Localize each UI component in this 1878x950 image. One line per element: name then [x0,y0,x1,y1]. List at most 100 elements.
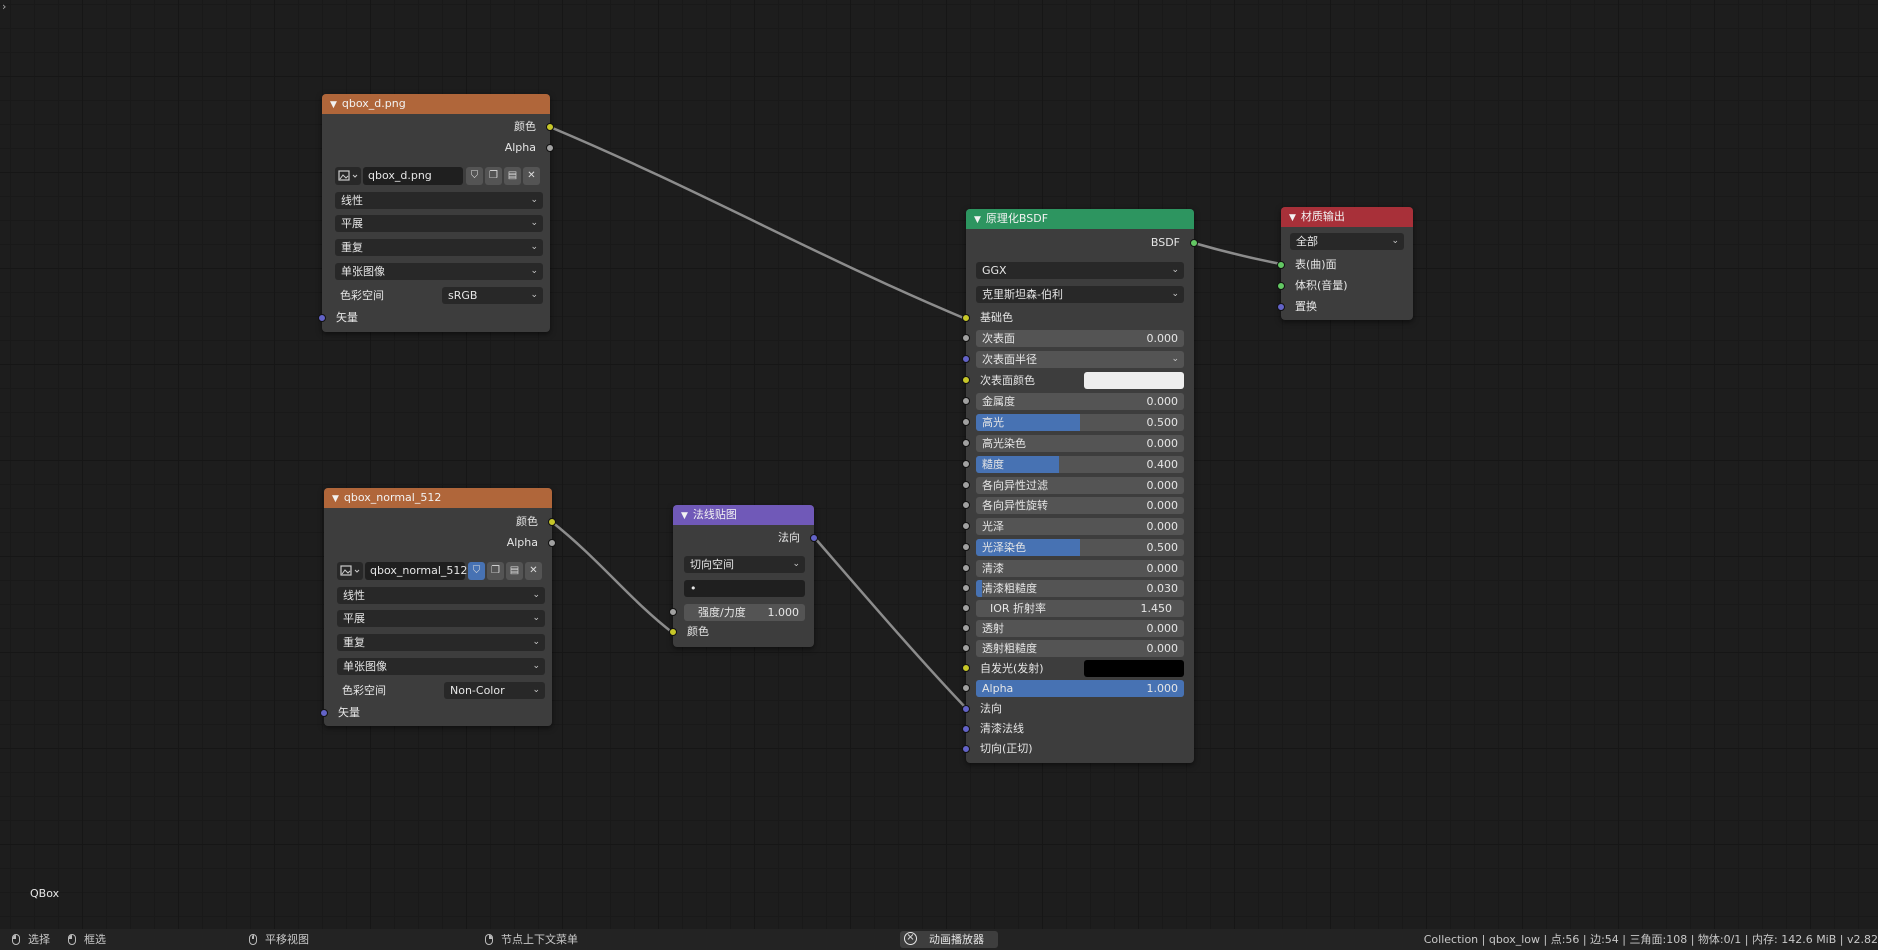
subsurface-color-swatch[interactable] [1084,372,1184,389]
distribution-dropdown[interactable]: GGX ⌄ [976,262,1184,279]
input-alpha-socket[interactable] [962,684,970,692]
image-browse-icon[interactable] [337,562,363,580]
input-strength-socket[interactable] [669,608,677,616]
subsurface-field[interactable]: 次表面 0.000 [976,330,1184,347]
specular-field[interactable]: 高光 0.500 [976,414,1184,431]
subsurface-method-dropdown[interactable]: 克里斯坦森-伯利 ⌄ [976,286,1184,303]
duplicate-image-icon[interactable]: ❐ [487,562,504,580]
input-roughness-socket[interactable] [962,460,970,468]
collapse-triangle-icon[interactable]: ▼ [974,215,981,225]
specular-tint-field[interactable]: 高光染色 0.000 [976,435,1184,452]
node-header[interactable]: ▼ qbox_d.png [322,94,550,114]
emission-color-swatch[interactable] [1084,660,1184,677]
input-transmission-roughness-socket[interactable] [962,644,970,652]
projection-dropdown[interactable]: 平展 ⌄ [335,215,543,232]
output-alpha-socket[interactable] [548,539,556,547]
input-clearcoat-normal-socket[interactable] [962,725,970,733]
fake-user-shield-icon[interactable]: ⛉ [468,562,485,580]
normal-map-node[interactable]: ▼ 法线贴图 法向 切向空间 ⌄ • 强度/力度 1.000 颜色 [669,505,818,647]
collapse-triangle-icon[interactable]: ▼ [332,494,339,504]
fake-user-shield-icon[interactable]: ⛉ [466,167,483,185]
cancel-icon[interactable]: × [904,932,917,945]
transmission-field[interactable]: 透射 0.000 [976,620,1184,637]
anisotropic-rotation-field[interactable]: 各向异性旋转 0.000 [976,497,1184,514]
image-texture-node-normal[interactable]: ▼ qbox_normal_512 颜色 Alpha qbox_normal_51… [320,488,556,726]
material-output-node[interactable]: ▼ 材质输出 全部 ⌄ 表(曲)面 体积(音量) 置换 [1277,207,1413,320]
input-subsurface-color-socket[interactable] [962,376,970,384]
unlink-image-icon[interactable]: ✕ [523,167,540,185]
input-anisotropic-socket[interactable] [962,481,970,489]
image-selector[interactable]: qbox_normal_512 ⛉ ❐ ▤ ✕ [337,562,545,580]
duplicate-image-icon[interactable]: ❐ [485,167,502,185]
output-bsdf-socket[interactable] [1190,239,1198,247]
input-tangent-socket[interactable] [962,745,970,753]
input-surface-socket[interactable] [1277,261,1285,269]
sheen-tint-field[interactable]: 光泽染色 0.500 [976,539,1184,556]
input-subsurface-socket[interactable] [962,334,970,342]
input-normal-socket[interactable] [962,705,970,713]
ior-field[interactable]: IOR 折射率 1.450 [976,600,1184,617]
input-transmission-socket[interactable] [962,624,970,632]
sheen-field[interactable]: 光泽 0.000 [976,518,1184,535]
image-name-field[interactable]: qbox_d.png [363,167,463,185]
collapse-triangle-icon[interactable]: ▼ [1289,213,1296,223]
image-texture-node-diffuse[interactable]: ▼ qbox_d.png 颜色 Alpha qbox_d.png ⛉ ❐ ▤ ✕ … [318,94,554,332]
space-dropdown[interactable]: 切向空间 ⌄ [684,556,805,573]
output-color-socket[interactable] [548,518,556,526]
input-metallic-socket[interactable] [962,397,970,405]
input-sheen-tint-socket[interactable] [962,543,970,551]
open-image-icon[interactable]: ▤ [504,167,521,185]
node-editor[interactable]: { "scene_label": "QBox", "node_diffuse":… [0,0,1878,950]
colorspace-dropdown[interactable]: sRGB ⌄ [442,287,543,304]
input-specular-socket[interactable] [962,418,970,426]
input-volume-socket[interactable] [1277,282,1285,290]
input-subsurface-radius-socket[interactable] [962,355,970,363]
input-base-color-socket[interactable] [962,314,970,322]
source-dropdown[interactable]: 单张图像 ⌄ [337,658,545,675]
input-vector-socket[interactable] [320,709,328,717]
target-dropdown[interactable]: 全部 ⌄ [1290,233,1404,250]
input-clearcoat-roughness-socket[interactable] [962,584,970,592]
node-header[interactable]: ▼ qbox_normal_512 [324,488,552,508]
interpolation-dropdown[interactable]: 线性 ⌄ [337,587,545,604]
animation-playback-button[interactable]: × 动画播放器 [900,931,998,948]
input-sheen-socket[interactable] [962,522,970,530]
image-browse-icon[interactable] [335,167,361,185]
principled-bsdf-node[interactable]: ▼ 原理化BSDF BSDF GGX ⌄ 克里斯坦森-伯利 ⌄ 基础色 次表面 0.00… [962,209,1198,763]
alpha-field[interactable]: Alpha 1.000 [976,680,1184,697]
node-header[interactable]: ▼ 法线贴图 [673,505,814,525]
input-specular-tint-socket[interactable] [962,439,970,447]
input-ior-socket[interactable] [962,604,970,612]
extension-dropdown[interactable]: 重复 ⌄ [337,634,545,651]
subsurface-radius-dropdown[interactable]: 次表面半径 ⌄ [976,351,1184,368]
output-alpha-socket[interactable] [546,144,554,152]
image-selector[interactable]: qbox_d.png ⛉ ❐ ▤ ✕ [335,167,543,185]
colorspace-dropdown[interactable]: Non-Color ⌄ [444,682,545,699]
node-header[interactable]: ▼ 材质输出 [1281,207,1413,227]
input-displacement-socket[interactable] [1277,303,1285,311]
source-dropdown[interactable]: 单张图像 ⌄ [335,263,543,280]
interpolation-dropdown[interactable]: 线性 ⌄ [335,192,543,209]
strength-field[interactable]: 强度/力度 1.000 [684,604,805,621]
roughness-field[interactable]: 糙度 0.400 [976,456,1184,473]
input-anisotropic-rotation-socket[interactable] [962,501,970,509]
projection-dropdown[interactable]: 平展 ⌄ [337,610,545,627]
output-normal-socket[interactable] [810,534,818,542]
collapse-triangle-icon[interactable]: ▼ [681,511,688,521]
input-emission-socket[interactable] [962,664,970,672]
metallic-field[interactable]: 金属度 0.000 [976,393,1184,410]
collapse-triangle-icon[interactable]: ▼ [330,100,337,110]
anisotropic-field[interactable]: 各向异性过滤 0.000 [976,477,1184,494]
image-name-field[interactable]: qbox_normal_512 [365,562,467,580]
uv-map-field[interactable]: • [684,580,805,597]
output-color-socket[interactable] [546,123,554,131]
clearcoat-roughness-field[interactable]: 清漆粗糙度 0.030 [976,580,1184,597]
extension-dropdown[interactable]: 重复 ⌄ [335,239,543,256]
open-image-icon[interactable]: ▤ [506,562,523,580]
unlink-image-icon[interactable]: ✕ [525,562,542,580]
node-header[interactable]: ▼ 原理化BSDF [966,209,1194,229]
sidebar-toggle-arrow-icon[interactable]: › [2,0,6,13]
clearcoat-field[interactable]: 清漆 0.000 [976,560,1184,577]
transmission-roughness-field[interactable]: 透射粗糙度 0.000 [976,640,1184,657]
input-vector-socket[interactable] [318,314,326,322]
